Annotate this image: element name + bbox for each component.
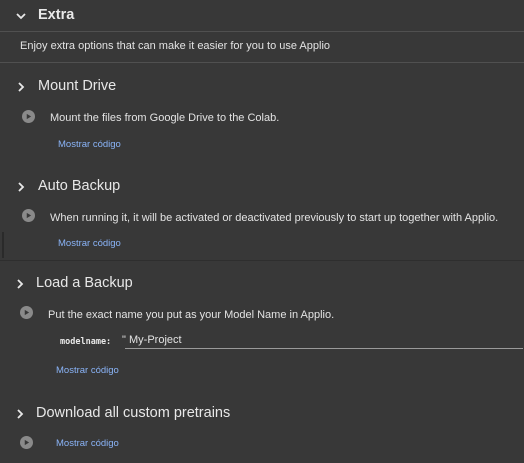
load-backup-title[interactable]: Load a Backup [36,275,133,291]
chevron-right-icon[interactable] [14,180,28,194]
cell-divider [0,260,524,261]
chevron-right-icon[interactable] [13,277,27,291]
play-icon[interactable] [20,436,33,449]
auto-backup-title[interactable]: Auto Backup [38,178,120,194]
auto-backup-show-code-link[interactable]: Mostrar código [58,238,121,249]
load-backup-show-code-link[interactable]: Mostrar código [56,365,119,376]
download-pretrains-title[interactable]: Download all custom pretrains [36,405,230,421]
play-icon[interactable] [20,306,33,319]
download-pretrains-show-code-link[interactable]: Mostrar código [56,438,119,449]
load-backup-description: Put the exact name you put as your Model… [48,309,335,321]
auto-backup-description: When running it, it will be activated or… [50,212,499,224]
extra-divider [0,31,524,32]
chevron-right-icon[interactable] [14,80,28,94]
chevron-down-icon[interactable] [14,9,28,23]
mount-drive-description: Mount the files from Google Drive to the… [50,112,280,124]
chevron-right-icon[interactable] [13,407,27,421]
modelname-input[interactable] [125,334,523,349]
mount-drive-show-code-link[interactable]: Mostrar código [58,139,121,150]
extra-divider-bottom [0,62,524,63]
play-icon[interactable] [22,209,35,222]
modelname-label: modelname: [60,337,112,347]
extra-title: Extra [38,7,75,23]
mount-drive-title[interactable]: Mount Drive [38,78,116,94]
play-icon[interactable] [22,110,35,123]
cell-gap-bar [2,232,4,258]
extra-description: Enjoy extra options that can make it eas… [20,40,331,52]
